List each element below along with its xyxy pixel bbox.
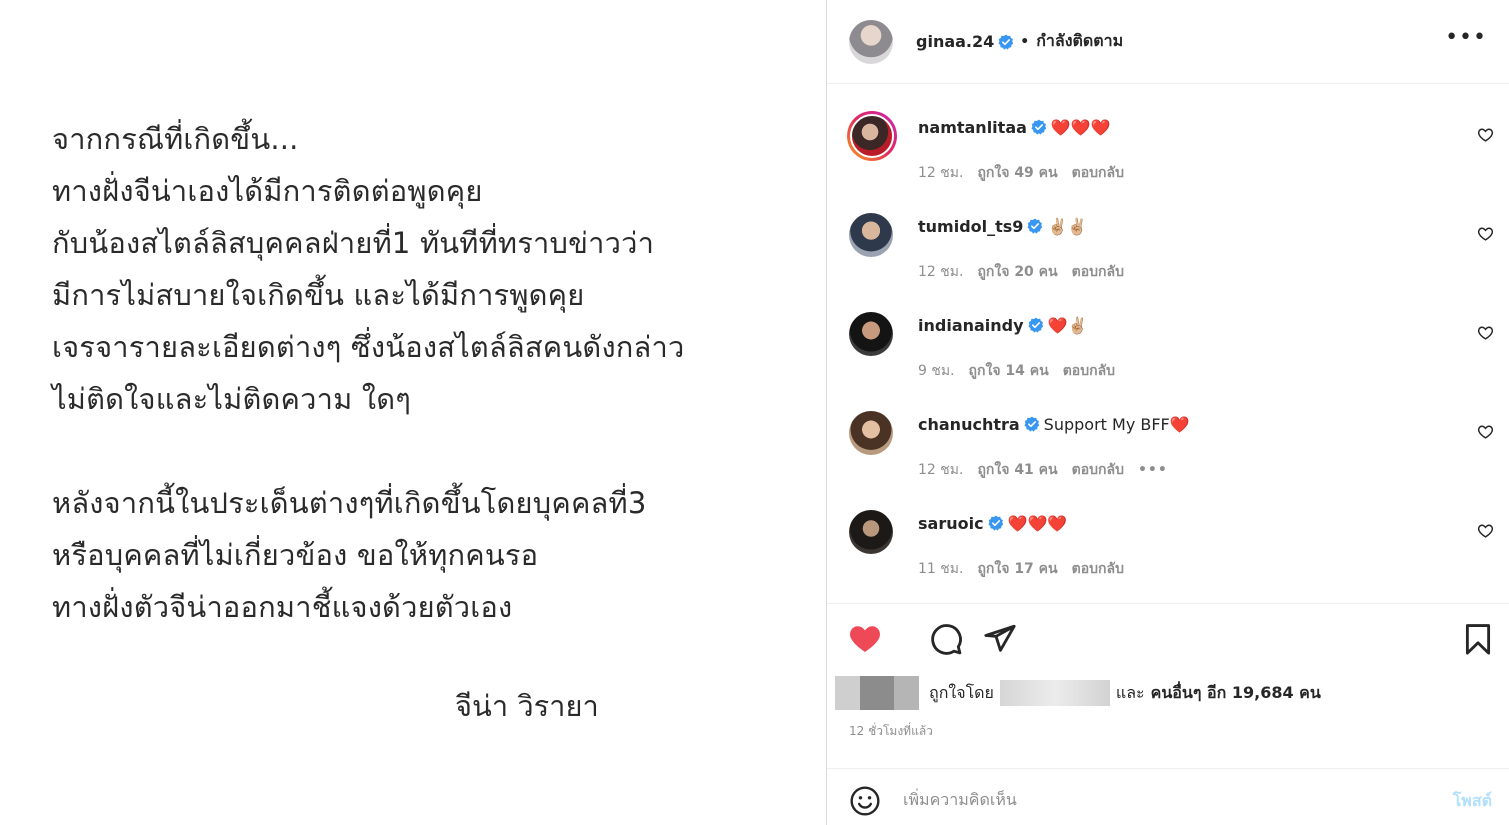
reply-button[interactable]: ตอบกลับ bbox=[1072, 561, 1124, 577]
heart-outline-icon[interactable] bbox=[1477, 225, 1494, 242]
author-username[interactable]: ginaa.24 bbox=[916, 32, 994, 51]
commenter-avatar[interactable] bbox=[847, 111, 897, 161]
post-image: จากกรณีที่เกิดขึ้น... ทางฝั่งจีน่าเองได้… bbox=[0, 0, 826, 825]
commenter-username[interactable]: indianaindy bbox=[918, 316, 1024, 335]
likes-others-link[interactable]: คนอื่นๆ อีก 19,684 คน bbox=[1151, 681, 1321, 706]
comment-item: namtanlitaa ❤️❤️❤️ 12 ชม. ถูกใจ 49 คน ตอบกล… bbox=[827, 100, 1509, 199]
comment-meta: 12 ชม. ถูกใจ 20 คน ตอบกลับ bbox=[918, 261, 1138, 283]
comment-meta: 12 ชม. ถูกใจ 49 คน ตอบกลับ bbox=[918, 162, 1138, 184]
comment-meta: 9 ชม. ถูกใจ 14 คน ตอบกลับ bbox=[918, 360, 1129, 382]
statement-line: หรือบุคคลที่ไม่เกี่ยวข้อง ขอให้ทุกคนรอ bbox=[52, 538, 539, 572]
speech-bubble-icon[interactable] bbox=[929, 622, 963, 656]
liked-by-label: ถูกใจโดย bbox=[929, 682, 994, 702]
comment-time[interactable]: 11 ชม. bbox=[918, 561, 963, 577]
comment-line: indianaindy ❤️✌🏼 bbox=[918, 316, 1087, 335]
commenter-username[interactable]: saruoic bbox=[918, 514, 984, 533]
verified-badge-icon bbox=[988, 515, 1003, 531]
post-side-panel: ginaa.24 • กำลังติดตาม ••• namtanlitaa ❤️… bbox=[826, 0, 1509, 825]
header-separator: • bbox=[1020, 33, 1030, 50]
comment-likes[interactable]: ถูกใจ 41 คน bbox=[977, 462, 1057, 478]
statement-line: มีการไม่สบายใจเกิดขึ้น และได้มีการพูดคุย bbox=[52, 278, 585, 312]
statement-line: กับน้องสไตล์ลิสบุคคลฝ่ายที่1 ทันทีที่ทรา… bbox=[52, 226, 655, 260]
comment-line: saruoic ❤️❤️❤️ bbox=[918, 514, 1067, 533]
author-avatar[interactable] bbox=[849, 19, 893, 64]
comment-item: saruoic ❤️❤️❤️ 11 ชม. ถูกใจ 17 คน ตอบกลับ bbox=[827, 496, 1509, 595]
bookmark-icon[interactable] bbox=[1461, 622, 1495, 656]
statement-line: หลังจากนี้ในประเด็นต่างๆที่เกิดขึ้นโดยบุ… bbox=[52, 486, 647, 520]
post-header: ginaa.24 • กำลังติดตาม ••• bbox=[827, 0, 1509, 84]
comment-text: ✌🏼✌🏼 bbox=[1047, 217, 1088, 236]
comment-list: namtanlitaa ❤️❤️❤️ 12 ชม. ถูกใจ 49 คน ตอบกล… bbox=[827, 100, 1509, 595]
action-bar bbox=[847, 620, 1497, 660]
following-button[interactable]: กำลังติดตาม bbox=[1036, 29, 1123, 54]
verified-badge-icon bbox=[1028, 317, 1043, 333]
add-comment-bar: โพสต์ bbox=[827, 768, 1509, 825]
comment-likes[interactable]: ถูกใจ 17 คน bbox=[977, 561, 1057, 577]
commenter-username[interactable]: chanuchtra bbox=[918, 415, 1020, 434]
reply-button[interactable]: ตอบกลับ bbox=[1063, 363, 1115, 379]
statement-line: ไม่ติดใจและไม่ติดความ ใดๆ bbox=[52, 382, 411, 416]
comment-time[interactable]: 12 ชม. bbox=[918, 165, 963, 181]
commenter-avatar[interactable] bbox=[849, 213, 893, 257]
comment-line: chanuchtra Support My BFF❤️ bbox=[918, 415, 1190, 434]
commenter-avatar[interactable] bbox=[849, 411, 893, 455]
comment-likes[interactable]: ถูกใจ 14 คน bbox=[969, 363, 1049, 379]
commenter-avatar[interactable] bbox=[849, 312, 893, 356]
comment-line: tumidol_ts9 ✌🏼✌🏼 bbox=[918, 217, 1087, 236]
comment-text: ❤️❤️❤️ bbox=[1007, 514, 1068, 533]
comment-text: ❤️✌🏼 bbox=[1047, 316, 1088, 335]
statement-line: ทางฝั่งตัวจีน่าออกมาชี้แจงด้วยตัวเอง bbox=[52, 590, 513, 624]
comment-likes[interactable]: ถูกใจ 49 คน bbox=[977, 165, 1057, 181]
reply-button[interactable]: ตอบกลับ bbox=[1072, 462, 1124, 478]
comment-input[interactable] bbox=[903, 785, 1423, 813]
commenter-username[interactable]: tumidol_ts9 bbox=[918, 217, 1023, 236]
comment-meta: 11 ชม. ถูกใจ 17 คน ตอบกลับ bbox=[918, 558, 1138, 580]
comment-time[interactable]: 12 ชม. bbox=[918, 264, 963, 280]
statement-line: ทางฝั่งจีน่าเองได้มีการติดต่อพูดคุย bbox=[52, 174, 483, 208]
heart-outline-icon[interactable] bbox=[1477, 126, 1494, 143]
verified-badge-icon bbox=[1024, 416, 1039, 432]
paper-plane-icon[interactable] bbox=[983, 622, 1017, 656]
statement-gap bbox=[52, 425, 812, 477]
comment-text: Support My BFF❤️ bbox=[1043, 415, 1190, 434]
comment-item: chanuchtra Support My BFF❤️ 12 ชม. ถูกใจ 4… bbox=[827, 397, 1509, 496]
comment-options-button[interactable]: ••• bbox=[1138, 462, 1168, 478]
comment-time[interactable]: 12 ชม. bbox=[918, 462, 963, 478]
comment-line: namtanlitaa ❤️❤️❤️ bbox=[918, 118, 1111, 137]
post-statement: จากกรณีที่เกิดขึ้น... ทางฝั่งจีน่าเองได้… bbox=[52, 113, 812, 633]
commenter-username[interactable]: namtanlitaa bbox=[918, 118, 1027, 137]
likes-summary: ถูกใจโดย และ คนอื่นๆ อีก 19,684 คน bbox=[835, 676, 1505, 710]
liker-name-blurred bbox=[999, 680, 1110, 706]
comment-likes[interactable]: ถูกใจ 20 คน bbox=[977, 264, 1057, 280]
likes-and-label: และ bbox=[1115, 682, 1145, 702]
reply-button[interactable]: ตอบกลับ bbox=[1072, 264, 1124, 280]
post-comment-button[interactable]: โพสต์ bbox=[1453, 789, 1492, 814]
smiley-icon[interactable] bbox=[849, 785, 881, 817]
commenter-avatar[interactable] bbox=[849, 510, 893, 554]
heart-outline-icon[interactable] bbox=[1477, 324, 1494, 341]
statement-line: เจรจารายละเอียดต่างๆ ซึ่งน้องสไตล์ลิสคนด… bbox=[52, 330, 685, 364]
comment-meta: 12 ชม. ถูกใจ 41 คน ตอบกลับ ••• bbox=[918, 459, 1182, 481]
heart-outline-icon[interactable] bbox=[1477, 423, 1494, 440]
verified-badge-icon bbox=[998, 34, 1014, 50]
more-options-button[interactable]: ••• bbox=[1445, 27, 1487, 49]
heart-filled-icon[interactable] bbox=[847, 620, 883, 656]
heart-outline-icon[interactable] bbox=[1477, 522, 1494, 539]
comment-item: tumidol_ts9 ✌🏼✌🏼 12 ชม. ถูกใจ 20 คน ตอบกลับ bbox=[827, 199, 1509, 298]
verified-badge-icon bbox=[1027, 218, 1043, 234]
comment-text: ❤️❤️❤️ bbox=[1050, 118, 1111, 137]
section-divider bbox=[827, 603, 1509, 604]
comment-time[interactable]: 9 ชม. bbox=[918, 363, 955, 379]
post-timestamp[interactable]: 12 ชั่วโมงที่แล้ว bbox=[849, 722, 933, 741]
reply-button[interactable]: ตอบกลับ bbox=[1072, 165, 1124, 181]
verified-badge-icon bbox=[1031, 119, 1047, 135]
liker-avatars-blurred bbox=[835, 676, 919, 710]
statement-line: จากกรณีที่เกิดขึ้น... bbox=[52, 122, 299, 156]
comment-item: indianaindy ❤️✌🏼 9 ชม. ถูกใจ 14 คน ตอบกลับ bbox=[827, 298, 1509, 397]
statement-signature: จีน่า วิรายา bbox=[455, 689, 599, 723]
